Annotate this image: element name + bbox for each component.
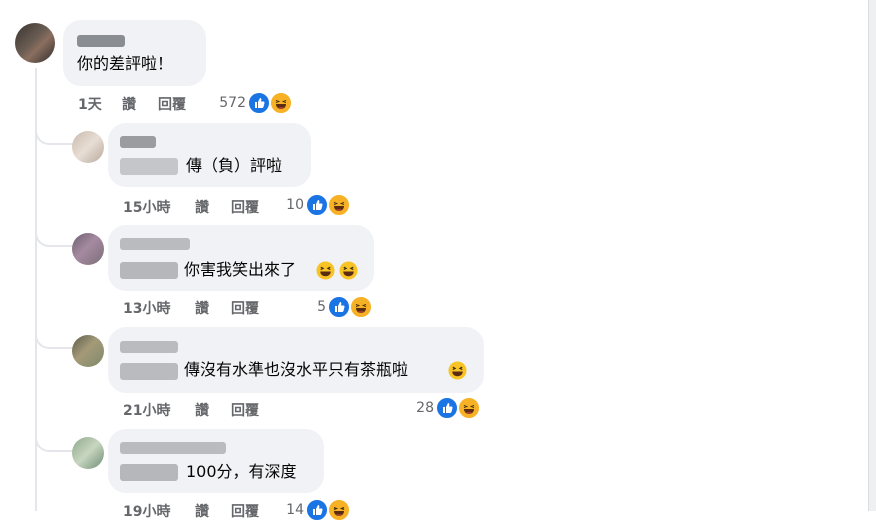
laughing-face-icon xyxy=(350,296,372,318)
reply-branch-4 xyxy=(35,432,73,452)
thumbs-up-icon xyxy=(306,194,328,216)
like-button[interactable]: 讚 xyxy=(195,197,209,217)
tagged-name-redacted[interactable] xyxy=(120,363,178,380)
tagged-name-redacted[interactable] xyxy=(120,464,178,481)
comment-actions: 13小時 讚 回覆 xyxy=(123,298,323,318)
grinning-squinting-face-icon xyxy=(448,361,467,380)
reaction-summary[interactable]: 572 xyxy=(200,92,292,114)
reply-button[interactable]: 回覆 xyxy=(231,400,259,420)
tagged-name-redacted[interactable] xyxy=(120,158,178,175)
reaction-count: 5 xyxy=(317,299,326,315)
reaction-summary[interactable]: 28 xyxy=(400,397,480,419)
thumbs-up-icon xyxy=(436,397,458,419)
grinning-squinting-face-icon xyxy=(339,261,358,280)
reply-button[interactable]: 回覆 xyxy=(231,197,259,217)
reply-bubble: 你害我笑出來了 xyxy=(108,225,374,291)
thumbs-up-icon xyxy=(328,296,350,318)
reply-bubble: 傳（負）評啦 xyxy=(108,123,311,187)
reaction-count: 28 xyxy=(416,400,434,416)
comment-actions: 21小時 讚 回覆 xyxy=(123,400,323,420)
like-button[interactable]: 讚 xyxy=(122,94,136,114)
reply-branch-2 xyxy=(35,227,73,247)
grinning-squinting-face-icon xyxy=(316,261,335,280)
reply-bubble: 100分，有深度 xyxy=(108,429,324,493)
thumbs-up-icon xyxy=(306,499,328,521)
like-button[interactable]: 讚 xyxy=(195,400,209,420)
commenter-name-redacted[interactable] xyxy=(120,341,178,353)
comment-time[interactable]: 13小時 xyxy=(123,298,170,318)
reaction-summary[interactable]: 10 xyxy=(280,194,350,216)
cropped-previous-row xyxy=(0,0,876,8)
reaction-count: 10 xyxy=(286,197,304,213)
reaction-count: 572 xyxy=(219,95,246,111)
comment-text: 你害我笑出來了 xyxy=(184,260,297,279)
commenter-name-redacted[interactable] xyxy=(77,35,125,47)
laughing-face-icon xyxy=(270,92,292,114)
comment-time[interactable]: 1天 xyxy=(78,94,102,114)
laughing-face-icon xyxy=(458,397,480,419)
like-button[interactable]: 讚 xyxy=(195,501,209,521)
comment-text: 100分，有深度 xyxy=(186,462,297,481)
comment-time[interactable]: 21小時 xyxy=(123,400,170,420)
comment-text: 傳沒有水準也沒水平只有茶瓶啦 xyxy=(184,360,409,379)
avatar[interactable] xyxy=(72,335,104,367)
tagged-name-redacted[interactable] xyxy=(120,262,178,279)
reply-bubble: 傳沒有水準也沒水平只有茶瓶啦 xyxy=(108,327,484,393)
scrollbar-track[interactable] xyxy=(868,0,876,511)
reply-button[interactable]: 回覆 xyxy=(158,94,186,114)
commenter-name-redacted[interactable] xyxy=(120,442,226,454)
reply-button[interactable]: 回覆 xyxy=(231,298,259,318)
like-button[interactable]: 讚 xyxy=(195,298,209,318)
comment-bubble: 你的差評啦！ xyxy=(63,20,206,86)
reaction-summary[interactable]: 14 xyxy=(280,499,350,521)
comment-text: 傳（負）評啦 xyxy=(186,156,283,175)
reaction-summary[interactable]: 5 xyxy=(302,296,372,318)
reply-branch-1 xyxy=(35,125,73,145)
laughing-face-icon xyxy=(328,499,350,521)
comment-time[interactable]: 19小時 xyxy=(123,501,170,521)
reply-button[interactable]: 回覆 xyxy=(231,501,259,521)
avatar[interactable] xyxy=(72,131,104,163)
reaction-count: 14 xyxy=(286,502,304,518)
comment-text: 你的差評啦！ xyxy=(77,54,174,73)
avatar[interactable] xyxy=(15,23,55,63)
avatar[interactable] xyxy=(72,233,104,265)
thumbs-up-icon xyxy=(248,92,270,114)
reply-branch-3 xyxy=(35,329,73,349)
commenter-name-redacted[interactable] xyxy=(120,136,156,148)
avatar[interactable] xyxy=(72,437,104,469)
commenter-name-redacted[interactable] xyxy=(120,238,190,250)
laughing-face-icon xyxy=(328,194,350,216)
comment-time[interactable]: 15小時 xyxy=(123,197,170,217)
